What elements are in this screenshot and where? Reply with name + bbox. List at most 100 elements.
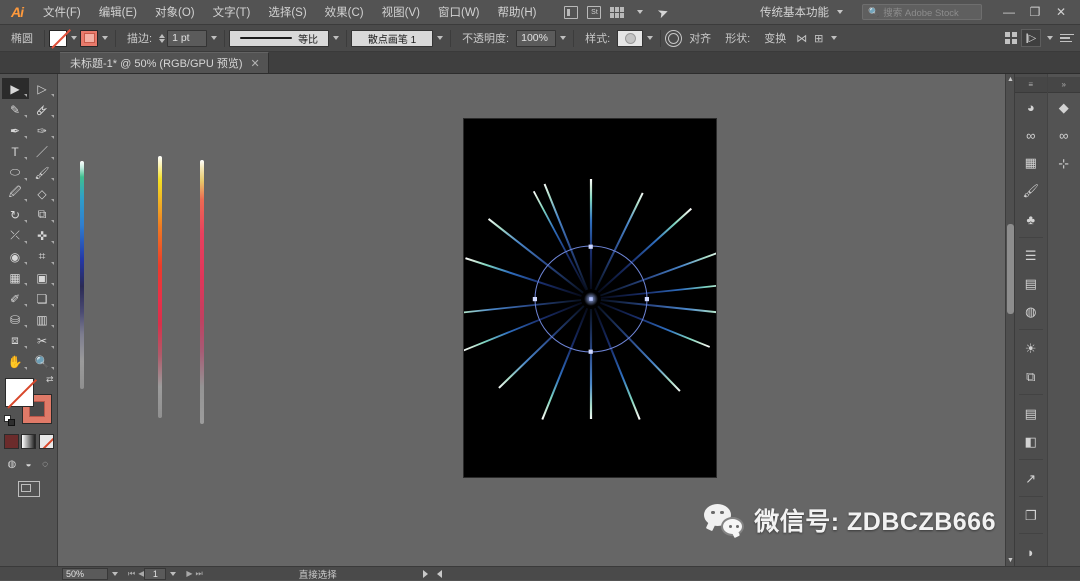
links-icon[interactable]: ∞ <box>1050 122 1078 149</box>
workspace-switcher[interactable]: 传统基本功能 <box>753 1 850 23</box>
none-mode-button[interactable] <box>39 434 54 449</box>
stroke-dropdown-icon[interactable] <box>98 30 111 47</box>
curvature-tool[interactable]: ✑ <box>29 120 56 141</box>
menu-edit[interactable]: 编辑(E) <box>90 0 146 24</box>
status-back-icon[interactable] <box>437 570 442 578</box>
color-guide-icon[interactable]: ∞ <box>1017 122 1045 149</box>
nav-next-icon[interactable]: ▶ <box>186 569 192 578</box>
stock-search-input[interactable]: 🔍 搜索 Adobe Stock <box>862 4 982 20</box>
dots-grid-icon[interactable] <box>1002 31 1019 46</box>
menu-type[interactable]: 文字(T) <box>204 0 260 24</box>
gradient-tool[interactable]: ▣ <box>29 267 56 288</box>
nav-last-icon[interactable]: ⏭ <box>196 569 203 579</box>
chevron-down-icon[interactable] <box>632 5 648 20</box>
stroke-weight-stepper[interactable] <box>159 34 165 43</box>
blend-tool[interactable]: ❏ <box>29 288 56 309</box>
free-transform-tool[interactable]: ✜ <box>29 225 56 246</box>
chevron-down-icon[interactable] <box>1043 30 1056 47</box>
menu-window[interactable]: 窗口(W) <box>429 0 489 24</box>
width-tool[interactable]: ⤫ <box>2 225 29 246</box>
hand-tool[interactable]: ✋ <box>2 351 29 372</box>
menu-lines-icon[interactable] <box>1058 31 1075 46</box>
symbols-icon[interactable]: ♣ <box>1017 206 1045 233</box>
artboard-tool[interactable]: ⧈ <box>2 330 29 351</box>
scrollbar-thumb[interactable] <box>1007 224 1014 314</box>
perspective-grid-tool[interactable]: ⌗ <box>29 246 56 267</box>
menu-view[interactable]: 视图(V) <box>373 0 429 24</box>
menu-object[interactable]: 对象(O) <box>146 0 204 24</box>
graphic-styles-icon[interactable]: ⧉ <box>1017 363 1045 390</box>
fill-dropdown-icon[interactable] <box>67 30 80 47</box>
document-tab[interactable]: 未标题-1* @ 50% (RGB/GPU 预览) ✕ <box>60 52 269 73</box>
send-icon[interactable]: ➤ <box>653 2 673 22</box>
draw-inside-icon[interactable]: ◌ <box>38 457 52 471</box>
transform-panel-icon[interactable]: ⊹ <box>1050 150 1078 177</box>
opacity-dropdown-icon[interactable] <box>556 30 569 47</box>
isolate-icon[interactable]: ⋈ <box>793 31 810 46</box>
gradient-mode-button[interactable] <box>21 434 36 449</box>
gradient-strip-red[interactable] <box>200 160 204 424</box>
artboard[interactable] <box>463 118 717 478</box>
zoom-tool[interactable]: 🔍 <box>29 351 56 372</box>
opacity-value[interactable]: 100% <box>516 30 556 47</box>
gradient-strip-warm[interactable] <box>158 156 162 418</box>
column-graph-tool[interactable]: ▥ <box>29 309 56 330</box>
status-play-icon[interactable] <box>423 570 428 578</box>
nav-first-icon[interactable]: ⏮ <box>128 569 135 579</box>
profile-dropdown-icon[interactable] <box>329 30 342 47</box>
slice-tool[interactable]: ✂ <box>29 330 56 351</box>
asset-export-icon[interactable]: ❐ <box>1017 502 1045 529</box>
menu-select[interactable]: 选择(S) <box>259 0 315 24</box>
layers-stack-icon[interactable]: ◆ <box>1050 94 1078 121</box>
zoom-level-input[interactable]: 50% <box>62 568 108 580</box>
gradient-strip-blue[interactable] <box>80 161 84 389</box>
transparency-icon[interactable]: ◍ <box>1017 299 1045 326</box>
fill-color-swatch[interactable] <box>5 378 34 407</box>
transform-button[interactable]: 变换 <box>757 28 793 48</box>
close-icon[interactable]: ✕ <box>251 57 260 70</box>
close-button[interactable]: ✕ <box>1048 0 1074 24</box>
swap-fill-stroke-icon[interactable]: ⇄ <box>46 374 54 385</box>
fill-swatch[interactable] <box>49 30 67 47</box>
style-dropdown-icon[interactable] <box>643 30 656 47</box>
dock-tab-a[interactable]: ≡ <box>1015 77 1047 93</box>
arrange-documents-icon[interactable] <box>609 5 625 20</box>
scroll-down-arrow[interactable]: ▼ <box>1007 556 1014 565</box>
selection-tool[interactable]: ▶ <box>2 78 29 99</box>
artboard-number-input[interactable]: 1 <box>144 568 166 580</box>
scale-tool[interactable]: ⧉ <box>29 204 56 225</box>
arrange-dropdown-icon[interactable] <box>827 30 840 47</box>
zoom-dropdown-icon[interactable] <box>108 572 122 576</box>
pen-tool[interactable]: ✒ <box>2 120 29 141</box>
current-tool-label[interactable]: 直接选择 <box>299 567 337 581</box>
mesh-tool[interactable]: ▦ <box>2 267 29 288</box>
scroll-up-arrow[interactable]: ▲ <box>1007 75 1014 84</box>
stroke-swatch[interactable] <box>80 30 98 47</box>
shape-button[interactable]: 形状: <box>718 28 757 48</box>
align-button[interactable]: 对齐 <box>682 28 718 48</box>
appearance-icon[interactable]: ☀ <box>1017 335 1045 362</box>
line-segment-tool[interactable]: ／ <box>29 141 56 162</box>
artboards-icon[interactable]: ◧ <box>1017 428 1045 455</box>
arrange-icon[interactable]: ⊞ <box>810 31 827 46</box>
magic-wand-tool[interactable]: ✎ <box>2 99 29 120</box>
rotate-tool[interactable]: ↻ <box>2 204 29 225</box>
ellipse-tool[interactable]: ⬭ <box>2 162 29 183</box>
draw-normal-icon[interactable]: ◍ <box>5 457 19 471</box>
minimize-button[interactable]: — <box>996 0 1022 24</box>
direct-selection-tool[interactable]: ▷ <box>29 78 56 99</box>
canvas-vertical-scrollbar[interactable]: ▲ ▼ <box>1005 74 1014 566</box>
stock-icon[interactable]: St <box>586 5 602 20</box>
menu-effect[interactable]: 效果(C) <box>316 0 373 24</box>
stroke-weight-value[interactable]: 1 pt <box>167 30 207 47</box>
export-icon[interactable]: ↗ <box>1017 465 1045 492</box>
color-panel-icon[interactable]: ◕ <box>1017 94 1045 121</box>
artboard-dropdown-icon[interactable] <box>166 572 180 576</box>
brushes-icon[interactable]: 🖌 <box>1017 178 1045 205</box>
shape-builder-tool[interactable]: ◉ <box>2 246 29 267</box>
stroke-panel-icon[interactable]: ☰ <box>1017 243 1045 270</box>
solid-color-mode-button[interactable] <box>4 434 19 449</box>
default-fill-stroke-icon[interactable] <box>4 415 16 427</box>
brush-definition-select[interactable]: 散点画笔 1 <box>351 30 433 47</box>
restore-button[interactable]: ❐ <box>1022 0 1048 24</box>
